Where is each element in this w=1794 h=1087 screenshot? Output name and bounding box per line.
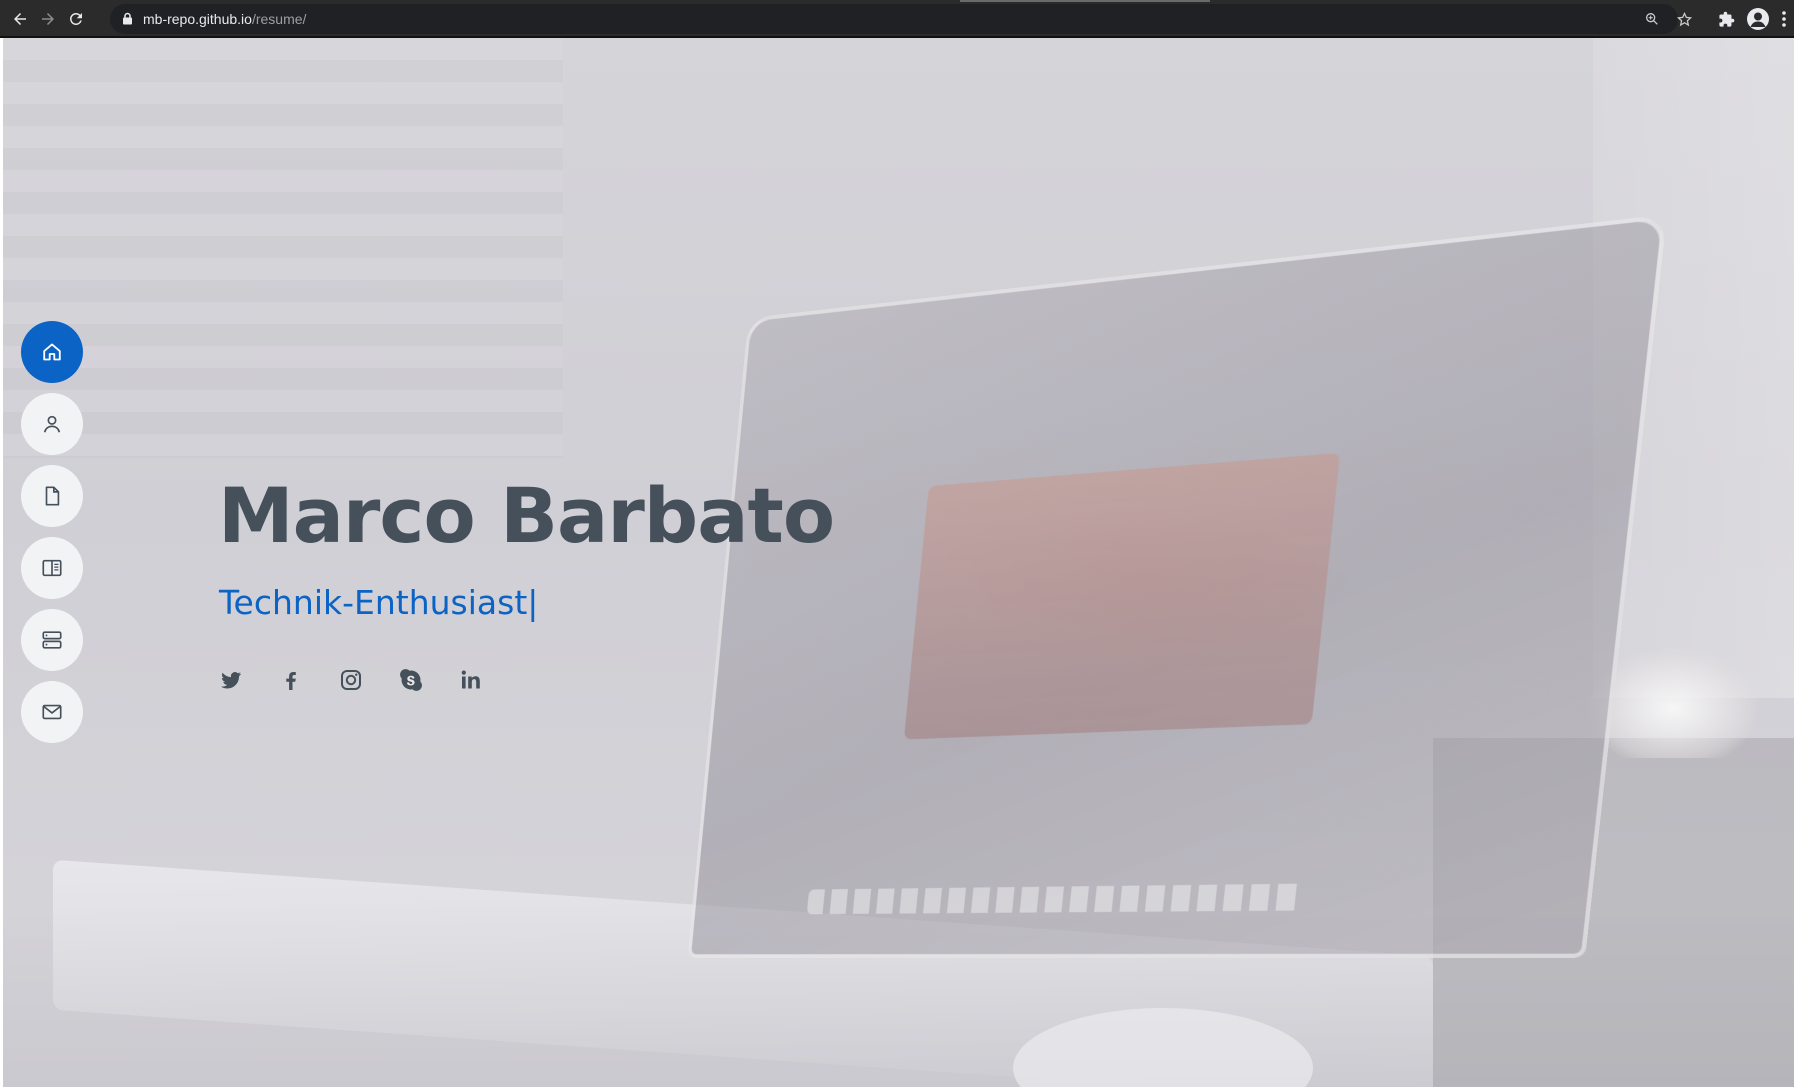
- back-button[interactable]: [8, 7, 32, 31]
- facebook-link[interactable]: [279, 668, 303, 692]
- zoom-button[interactable]: [1640, 7, 1664, 31]
- server-icon: [42, 631, 62, 649]
- profile-button[interactable]: [1746, 7, 1770, 31]
- reload-button[interactable]: [64, 7, 88, 31]
- person-icon: [43, 415, 61, 433]
- twitter-icon: [221, 672, 241, 689]
- reload-icon: [69, 12, 82, 25]
- url-host: mb-repo.github.io: [143, 11, 252, 27]
- file-icon: [45, 486, 60, 506]
- more-vertical-icon: [1782, 11, 1786, 27]
- browser-menu-button[interactable]: [1776, 7, 1792, 31]
- hero-role: Technik-Enthusiast: [219, 583, 528, 622]
- puzzle-icon: [1718, 11, 1734, 27]
- tab-strip-edge: [960, 0, 1210, 2]
- extensions-button[interactable]: [1714, 7, 1738, 31]
- background-laptop-screen: [687, 214, 1668, 959]
- url-text: mb-repo.github.io/resume/: [143, 11, 306, 27]
- hero-role-line: Technik-Enthusiast|: [219, 586, 538, 619]
- book-icon: [42, 559, 62, 577]
- twitter-link[interactable]: [219, 668, 243, 692]
- instagram-link[interactable]: [339, 668, 363, 692]
- nav-contact[interactable]: [21, 681, 83, 743]
- background-screen-window: [903, 452, 1341, 740]
- instagram-icon: [341, 670, 361, 690]
- background-blinds: [3, 38, 563, 458]
- envelope-icon: [42, 704, 62, 720]
- zoom-icon: [1646, 12, 1658, 25]
- nav-services[interactable]: [21, 609, 83, 671]
- social-links: [219, 668, 483, 692]
- side-nav: [21, 321, 83, 743]
- arrow-left-icon: [14, 13, 26, 25]
- browser-toolbar: mb-repo.github.io/resume/: [0, 0, 1794, 38]
- hero-section: Marco Barbato Technik-Enthusiast|: [3, 38, 1794, 1087]
- hero-name: Marco Barbato: [218, 471, 835, 560]
- nav-portfolio[interactable]: [21, 537, 83, 599]
- linkedin-icon: [461, 670, 480, 689]
- lock-icon: [122, 12, 133, 30]
- skype-link[interactable]: [399, 668, 423, 692]
- nav-resume[interactable]: [21, 465, 83, 527]
- nav-about[interactable]: [21, 393, 83, 455]
- background-screen-dock: [806, 883, 1306, 915]
- address-bar[interactable]: mb-repo.github.io/resume/: [110, 4, 1678, 34]
- typed-cursor: |: [527, 583, 539, 622]
- arrow-right-icon: [42, 13, 54, 25]
- star-icon: [1676, 11, 1692, 26]
- facebook-icon: [286, 672, 296, 690]
- linkedin-link[interactable]: [459, 668, 483, 692]
- nav-home[interactable]: [21, 321, 83, 383]
- url-path: /resume/: [251, 11, 307, 27]
- avatar: [1747, 8, 1769, 30]
- forward-button[interactable]: [36, 7, 60, 31]
- bookmark-button[interactable]: [1672, 7, 1696, 31]
- home-icon: [43, 343, 61, 361]
- skype-icon: [400, 669, 422, 691]
